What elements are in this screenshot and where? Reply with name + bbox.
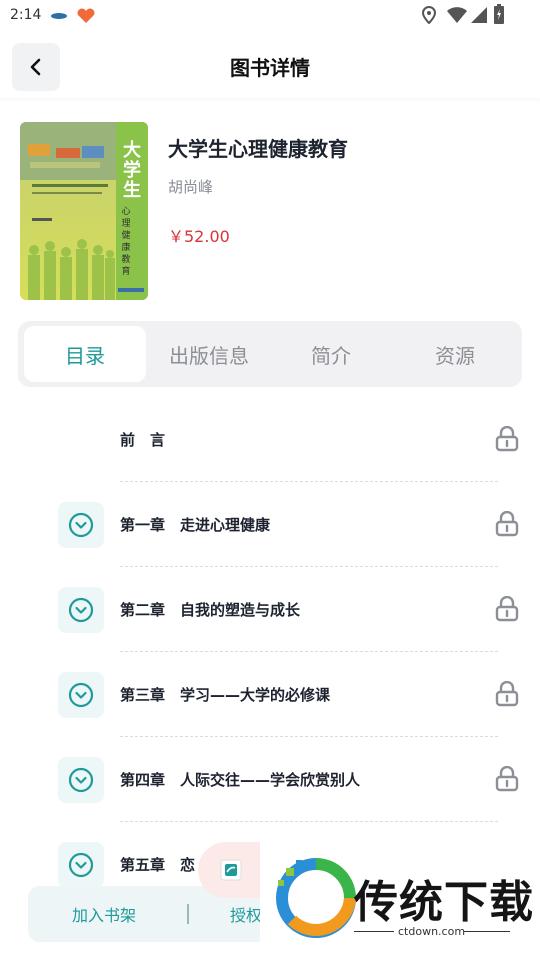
lock-icon — [495, 426, 519, 452]
book-cover-image: 大 学 生 心 理 健 康 教 育 — [20, 122, 148, 300]
bottom-bar-divider — [187, 904, 189, 924]
chapter-label: 第三章 学习——大学的必修课 — [120, 686, 331, 704]
chevron-down-circle-icon — [68, 512, 94, 538]
chapter-label: 第五章 恋 — [120, 856, 196, 874]
watermark-line-right — [464, 931, 510, 932]
watermark-line-left — [354, 931, 394, 932]
battery-icon — [494, 4, 504, 24]
chevron-down-circle-icon — [68, 852, 94, 878]
chapter-row-2[interactable]: 第二章 自我的塑造与成长 — [0, 567, 540, 652]
floating-reader-button[interactable] — [198, 842, 262, 898]
chapter-row-1[interactable]: 第一章 走进心理健康 — [0, 482, 540, 567]
cover-sub-3: 健 — [121, 229, 130, 241]
cover-sub-6: 育 — [121, 265, 130, 277]
chapter-label: 第一章 走进心理健康 — [120, 516, 271, 534]
cover-title-char-2: 学 — [123, 159, 141, 181]
expand-chapter-button[interactable] — [58, 502, 104, 548]
expand-chapter-button[interactable] — [58, 842, 104, 888]
cover-sub-5: 教 — [121, 253, 130, 265]
chapter-row-4[interactable]: 第四章 人际交往——学会欣赏别人 — [0, 737, 540, 822]
app-notification-icon — [51, 13, 67, 19]
book-app-icon — [220, 859, 242, 881]
chapter-label: 第二章 自我的塑造与成长 — [120, 601, 301, 619]
heart-notification-icon — [77, 8, 95, 23]
expand-chapter-button[interactable] — [58, 587, 104, 633]
page-title: 图书详情 — [230, 56, 310, 80]
lock-icon — [495, 596, 519, 622]
tab-publication-info[interactable]: 出版信息 — [148, 326, 270, 382]
lock-icon — [495, 766, 519, 792]
chapter-label: 第四章 人际交往——学会欣赏别人 — [120, 771, 361, 789]
book-cover[interactable]: 大 学 生 心 理 健 康 教 育 — [20, 122, 148, 300]
status-bar: 2:14 — [0, 0, 540, 32]
cover-title-char-3: 生 — [123, 179, 141, 201]
expand-chapter-button[interactable] — [58, 757, 104, 803]
book-title: 大学生心理健康教育 — [168, 137, 348, 161]
watermark-brand: 传统下载 — [354, 877, 534, 928]
chapter-row-preface[interactable]: 前 言 — [0, 397, 540, 482]
tab-introduction[interactable]: 简介 — [270, 326, 392, 382]
cover-sub-2: 理 — [121, 218, 130, 229]
watermark-domain: ctdown.com — [398, 925, 466, 938]
book-price: ￥52.00 — [168, 227, 230, 246]
lock-icon — [495, 511, 519, 537]
status-time: 2:14 — [10, 7, 42, 23]
chevron-down-circle-icon — [68, 767, 94, 793]
cover-title-char-1: 大 — [123, 139, 141, 161]
cover-sub-1: 心 — [121, 206, 130, 217]
chevron-down-circle-icon — [68, 597, 94, 623]
cover-sub-4: 康 — [121, 241, 130, 253]
tab-resources[interactable]: 资源 — [394, 326, 516, 382]
tab-catalog[interactable]: 目录 — [24, 326, 146, 382]
add-to-shelf-button[interactable]: 加入书架 — [28, 886, 180, 942]
tab-bar: 目录 出版信息 简介 资源 — [18, 321, 522, 387]
book-author: 胡尚峰 — [168, 178, 214, 196]
lock-icon — [495, 681, 519, 707]
signal-icon — [471, 7, 487, 23]
chevron-down-circle-icon — [68, 682, 94, 708]
expand-chapter-button[interactable] — [58, 672, 104, 718]
location-icon — [422, 6, 436, 24]
watermark-logo-icon — [276, 858, 356, 938]
chapter-label: 前 言 — [120, 431, 166, 449]
chapter-row-3[interactable]: 第三章 学习——大学的必修课 — [0, 652, 540, 737]
wifi-icon — [447, 7, 467, 23]
header: 图书详情 — [0, 32, 540, 98]
